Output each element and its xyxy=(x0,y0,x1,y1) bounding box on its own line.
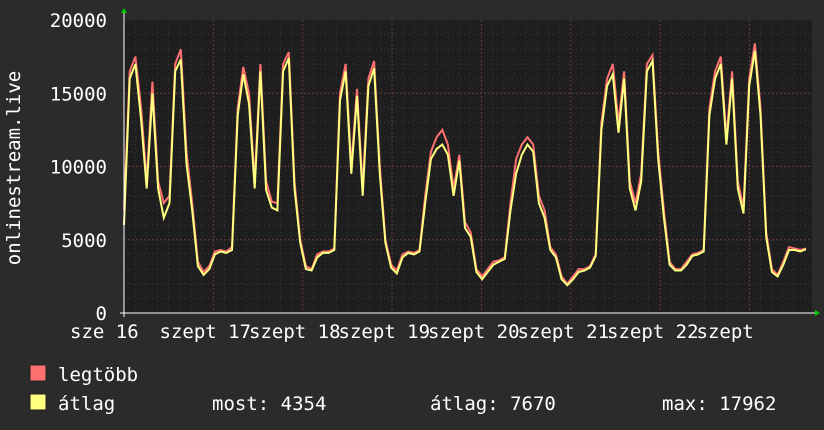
y-tick-label: 5000 xyxy=(61,230,107,252)
x-tick-label: szept xyxy=(697,321,754,343)
chart-root: 05000100001500020000 sze 16 szept 17szept… xyxy=(3,8,820,415)
x-tick-label: szept 21 xyxy=(518,321,610,343)
legend-label-legtobb: legtöbb xyxy=(58,364,138,386)
stat-max: max: 17962 xyxy=(662,393,776,415)
x-tick-label: szept 19 xyxy=(339,321,431,343)
x-tick-label: szept 17 xyxy=(160,321,252,343)
legend-label-atlag: átlag xyxy=(58,393,115,415)
stat-current: most: 4354 xyxy=(212,393,326,415)
stat-average: átlag: 7670 xyxy=(430,393,556,415)
y-axis-arrow-icon xyxy=(121,8,127,13)
x-tick-label: szept 20 xyxy=(428,321,520,343)
plot-area xyxy=(120,8,820,317)
x-tick-label: szept 22 xyxy=(607,321,699,343)
y-tick-label: 10000 xyxy=(50,157,107,179)
x-tick-label: szept 18 xyxy=(249,321,341,343)
x-axis-arrow-icon xyxy=(815,310,820,316)
y-axis-label: onlinestream.live xyxy=(3,71,25,265)
x-tick-labels: sze 16 szept 17szept 18szept 19szept 20sz… xyxy=(70,321,754,343)
legend: legtöbb átlag most: 4354 átlag: 7670 max… xyxy=(29,364,776,415)
y-tick-labels: 05000100001500020000 xyxy=(50,10,107,325)
x-tick-label: sze 16 xyxy=(70,321,139,343)
y-tick-label: 15000 xyxy=(50,83,107,105)
legend-swatch-legtobb xyxy=(29,364,47,382)
legend-swatch-atlag xyxy=(29,393,47,411)
y-tick-label: 20000 xyxy=(50,10,107,32)
